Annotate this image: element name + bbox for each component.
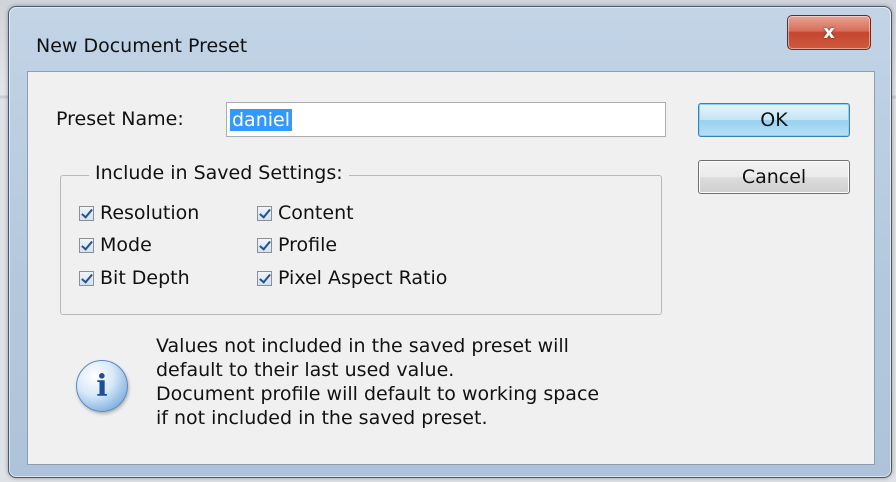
checkbox-content[interactable]: Content bbox=[257, 201, 354, 225]
close-button[interactable]: x bbox=[787, 15, 871, 50]
info-icon: i bbox=[76, 360, 128, 412]
checkbox-label: Mode bbox=[100, 234, 152, 256]
checkbox-checked-icon bbox=[79, 270, 94, 286]
checkbox-checked-icon bbox=[79, 205, 94, 221]
preset-name-input[interactable]: daniel bbox=[226, 102, 666, 137]
dialog-title: New Document Preset bbox=[36, 35, 248, 57]
info-line: Values not included in the saved preset … bbox=[156, 335, 569, 357]
checkbox-checked-icon bbox=[257, 237, 272, 253]
saved-settings-group: Include in Saved Settings: Resolution Co… bbox=[60, 162, 662, 315]
checkbox-checked-icon bbox=[257, 270, 272, 286]
group-legend: Include in Saved Settings: bbox=[89, 162, 349, 184]
checkbox-checked-icon bbox=[257, 205, 272, 221]
preset-name-value: daniel bbox=[230, 109, 292, 131]
cancel-button[interactable]: Cancel bbox=[698, 160, 850, 194]
info-line: Document profile will default to working… bbox=[156, 383, 600, 405]
preset-name-label: Preset Name: bbox=[56, 108, 184, 130]
checkbox-mode[interactable]: Mode bbox=[79, 233, 152, 257]
checkbox-resolution[interactable]: Resolution bbox=[79, 201, 199, 225]
title-bar: New Document Preset x bbox=[9, 7, 891, 67]
info-line: if not included in the saved preset. bbox=[156, 407, 488, 429]
info-message: Values not included in the saved preset … bbox=[156, 334, 716, 430]
checkbox-label: Pixel Aspect Ratio bbox=[278, 267, 448, 289]
checkbox-bit-depth[interactable]: Bit Depth bbox=[79, 266, 190, 290]
new-document-preset-dialog: New Document Preset x Preset Name: danie… bbox=[8, 6, 892, 478]
checkbox-label: Resolution bbox=[100, 202, 200, 224]
dialog-body: Preset Name: daniel OK Cancel Include in… bbox=[27, 71, 875, 465]
checkbox-label: Bit Depth bbox=[100, 267, 190, 289]
ok-button[interactable]: OK bbox=[698, 103, 850, 137]
checkbox-checked-icon bbox=[79, 237, 94, 253]
checkbox-label: Content bbox=[278, 202, 354, 224]
checkbox-profile[interactable]: Profile bbox=[257, 233, 337, 257]
checkbox-label: Profile bbox=[278, 234, 338, 256]
info-line: default to their last used value. bbox=[156, 359, 455, 381]
checkbox-pixel-aspect-ratio[interactable]: Pixel Aspect Ratio bbox=[257, 266, 447, 290]
close-icon: x bbox=[823, 22, 835, 43]
